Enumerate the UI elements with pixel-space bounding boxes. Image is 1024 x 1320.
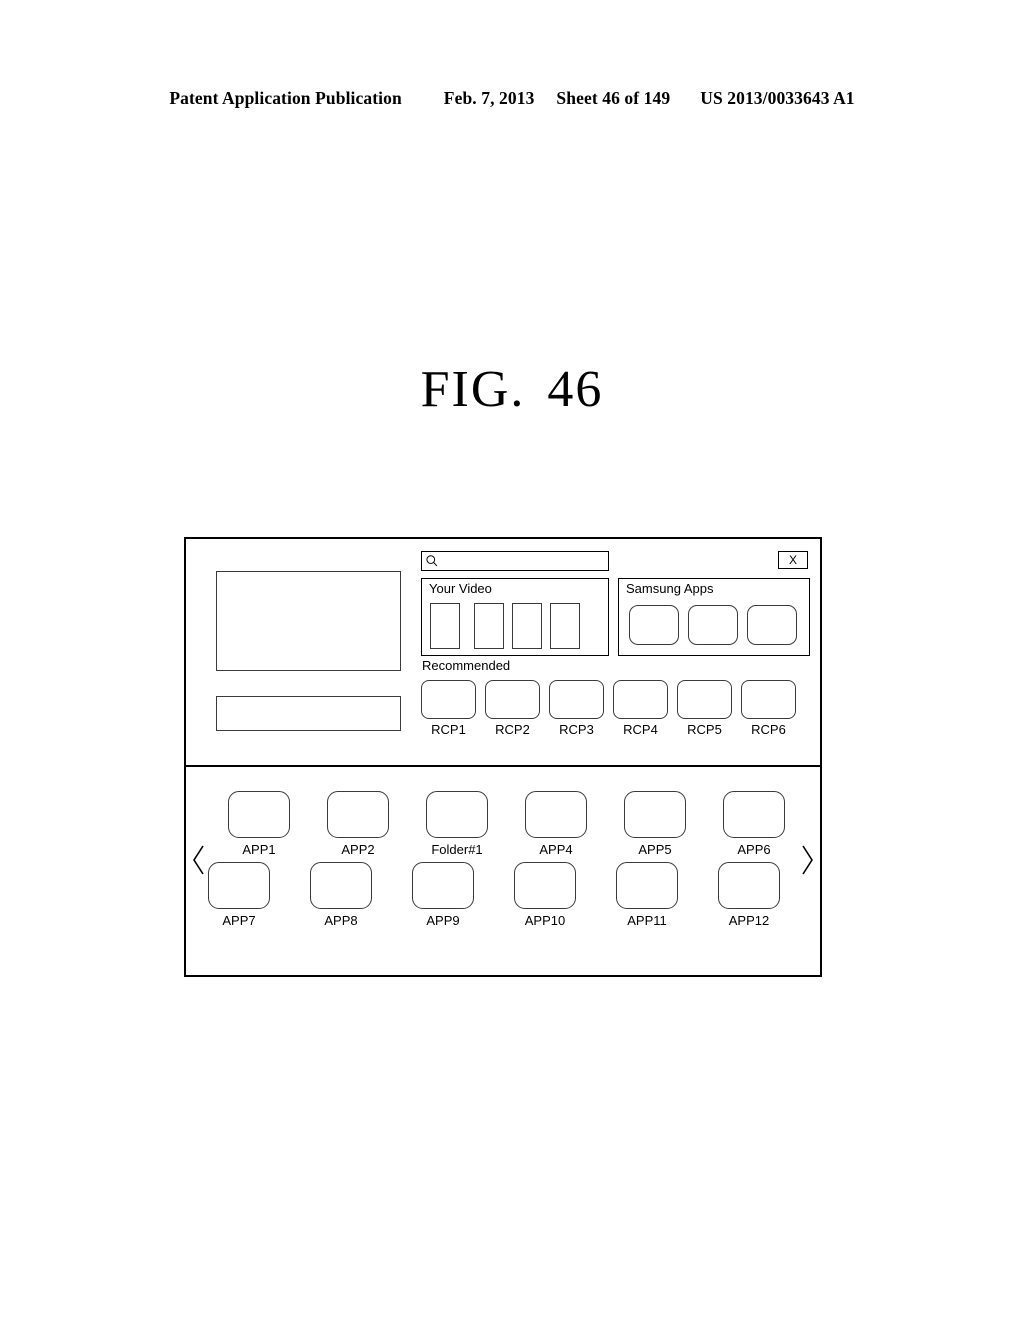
app-icon-cell[interactable]: APP10: [514, 862, 576, 927]
panel-your-video: Your Video: [421, 578, 609, 656]
top-section: X Your Video Samsung Apps Recommended RC…: [186, 539, 820, 767]
app-icon-tile: [525, 791, 587, 838]
folder-icon-tile: [426, 791, 488, 838]
figure-label: FIG.: [420, 361, 526, 418]
preview-video-box[interactable]: [216, 571, 401, 671]
app-icon-label: APP9: [426, 913, 460, 928]
recommended-item-tile: [613, 680, 668, 719]
app-icon-label: APP6: [737, 842, 771, 857]
app-icon-tile: [208, 862, 270, 909]
your-video-thumbnail[interactable]: [474, 603, 504, 649]
app-icon-label: APP5: [638, 842, 672, 857]
app-icon-cell[interactable]: APP8: [310, 862, 372, 927]
app-icon-label: APP8: [324, 913, 358, 928]
publication-date: Feb. 7, 2013: [443, 88, 535, 108]
recommended-item[interactable]: RCP2: [485, 680, 540, 736]
panel-samsung-apps-title: Samsung Apps: [626, 581, 714, 596]
app-icon-cell[interactable]: APP5: [624, 791, 686, 856]
recommended-item[interactable]: RCP6: [741, 680, 796, 736]
app-icon-tile: [310, 862, 372, 909]
app-grid-section: APP1 APP2 Folder#1 APP4 APP5 APP6 APP7 A…: [186, 767, 820, 977]
app-icon-tile: [228, 791, 290, 838]
recommended-item-tile: [549, 680, 604, 719]
app-icon-tile: [624, 791, 686, 838]
recommended-item[interactable]: RCP4: [613, 680, 668, 736]
previous-page-arrow-icon[interactable]: [190, 843, 208, 877]
app-icon-cell[interactable]: APP2: [327, 791, 389, 856]
figure-number: 46: [547, 361, 604, 418]
app-icon-tile: [327, 791, 389, 838]
patent-number: US 2013/0033643 A1: [700, 88, 855, 108]
samsung-apps-tile[interactable]: [747, 605, 797, 645]
recommended-list: RCP1 RCP2 RCP3 RCP4 RCP5 RCP6: [421, 680, 811, 736]
app-icon-cell[interactable]: APP9: [412, 862, 474, 927]
your-video-thumbnail[interactable]: [430, 603, 460, 649]
app-icon-label: APP1: [242, 842, 276, 857]
your-video-thumbnail[interactable]: [512, 603, 542, 649]
close-icon: X: [788, 553, 797, 567]
your-video-thumbnail-list: [430, 603, 602, 649]
next-page-arrow-icon[interactable]: [798, 843, 816, 877]
figure-title: FIG. 46: [0, 360, 1024, 419]
samsung-apps-tile[interactable]: [629, 605, 679, 645]
app-icon-tile: [723, 791, 785, 838]
recommended-item-label: RCP4: [623, 722, 658, 737]
app-icon-label: APP2: [341, 842, 375, 857]
app-icon-cell[interactable]: APP6: [723, 791, 785, 856]
folder-icon-label: Folder#1: [431, 842, 483, 857]
recommended-item[interactable]: RCP1: [421, 680, 476, 736]
recommended-item-label: RCP5: [687, 722, 722, 737]
folder-icon-cell[interactable]: Folder#1: [426, 791, 488, 856]
recommended-item-label: RCP3: [559, 722, 594, 737]
app-icon-tile: [616, 862, 678, 909]
recommended-item[interactable]: RCP3: [549, 680, 604, 736]
recommended-item-tile: [741, 680, 796, 719]
app-row-2: APP7 APP8 APP9 APP10 APP11 APP12: [208, 862, 780, 927]
samsung-apps-tile[interactable]: [688, 605, 738, 645]
app-icon-label: APP4: [539, 842, 573, 857]
app-icon-tile: [718, 862, 780, 909]
recommended-item-label: RCP6: [751, 722, 786, 737]
screen-frame: X Your Video Samsung Apps Recommended RC…: [184, 537, 822, 977]
app-icon-cell[interactable]: APP7: [208, 862, 270, 927]
recommended-item-label: RCP2: [495, 722, 530, 737]
app-icon-cell[interactable]: APP1: [228, 791, 290, 856]
recommended-item-tile: [421, 680, 476, 719]
app-icon-label: APP12: [728, 913, 770, 928]
recommended-title: Recommended: [422, 658, 511, 673]
publication-title: Patent Application Publication: [169, 88, 402, 108]
app-icon-label: APP7: [222, 913, 256, 928]
app-icon-cell[interactable]: APP12: [718, 862, 780, 927]
recommended-item-tile: [677, 680, 732, 719]
app-icon-tile: [514, 862, 576, 909]
app-icon-cell[interactable]: APP11: [616, 862, 678, 927]
recommended-item-label: RCP1: [431, 722, 466, 737]
search-input[interactable]: [421, 551, 609, 571]
sheet-number: Sheet 46 of 149: [556, 88, 671, 108]
recommended-item-tile: [485, 680, 540, 719]
app-icon-label: APP10: [524, 913, 566, 928]
app-icon-label: APP11: [627, 913, 667, 928]
search-icon: [426, 555, 438, 567]
app-icon-cell[interactable]: APP4: [525, 791, 587, 856]
app-row-1: APP1 APP2 Folder#1 APP4 APP5 APP6: [228, 791, 785, 856]
preview-info-bar[interactable]: [216, 696, 401, 731]
panel-samsung-apps: Samsung Apps: [618, 578, 810, 656]
app-icon-tile: [412, 862, 474, 909]
recommended-item[interactable]: RCP5: [677, 680, 732, 736]
samsung-apps-tile-list: [629, 605, 797, 645]
your-video-thumbnail[interactable]: [550, 603, 580, 649]
patent-header: Patent Application Publication Feb. 7, 2…: [0, 88, 1024, 109]
panel-your-video-title: Your Video: [429, 581, 492, 596]
close-button[interactable]: X: [778, 551, 808, 569]
